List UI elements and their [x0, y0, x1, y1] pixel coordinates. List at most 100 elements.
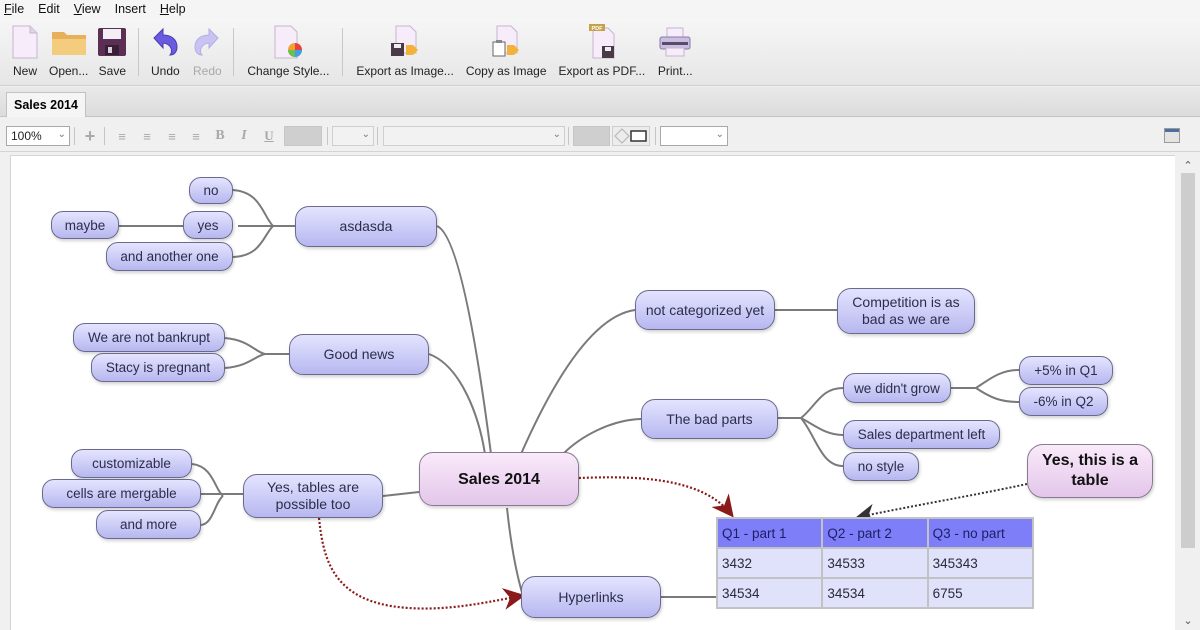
add-node-icon[interactable]: +: [82, 126, 98, 146]
save-button[interactable]: Save: [91, 18, 133, 84]
node-maybe[interactable]: maybe: [51, 211, 119, 239]
tab-sales-2014[interactable]: Sales 2014: [6, 92, 86, 117]
align-center-icon[interactable]: ≡: [139, 126, 155, 146]
undo-button[interactable]: Undo: [144, 18, 186, 84]
shape-diamond-rect-icon: [614, 128, 647, 144]
scroll-up-arrow-icon[interactable]: ⌃: [1178, 157, 1198, 173]
table-header-cell[interactable]: Q3 - no part: [926, 517, 1035, 549]
scrollbar-thumb[interactable]: [1181, 173, 1195, 548]
scroll-down-arrow-icon[interactable]: ⌄: [1178, 612, 1198, 628]
fill-color-swatch[interactable]: [573, 126, 610, 146]
node-customizable[interactable]: customizable: [71, 449, 192, 478]
underline-icon[interactable]: U: [261, 126, 277, 146]
node-asdasda[interactable]: asdasda: [295, 206, 437, 247]
menu-insert[interactable]: Insert: [115, 2, 146, 16]
link-goodnews-root: [428, 353, 486, 455]
new-button[interactable]: New: [4, 18, 46, 84]
table-row: 34534 34534 6755: [715, 577, 1035, 609]
node-root-sales-2014[interactable]: Sales 2014: [419, 452, 579, 506]
align-right-icon[interactable]: ≡: [164, 126, 180, 146]
table-cell[interactable]: 345343: [926, 547, 1035, 579]
menu-bar: File Edit View Insert Help: [0, 0, 1200, 18]
table-header-cell[interactable]: Q1 - part 1: [715, 517, 824, 549]
chevron-down-icon: ⌄: [361, 129, 370, 140]
node-not-bankrupt[interactable]: We are not bankrupt: [73, 323, 225, 352]
link-pregnant: [224, 353, 266, 369]
justify-icon[interactable]: ≡: [188, 126, 204, 146]
relation-note-table: [855, 483, 1028, 524]
node-good-news[interactable]: Good news: [289, 334, 429, 375]
link-didnt-grow: [800, 387, 844, 419]
text-color-swatch[interactable]: [284, 126, 322, 146]
node-mergable[interactable]: cells are mergable: [42, 479, 201, 508]
node-data-table[interactable]: Q1 - part 1 Q2 - part 2 Q3 - no part 343…: [715, 517, 1035, 609]
node-q1[interactable]: +5% in Q1: [1019, 356, 1113, 385]
redo-button[interactable]: Redo: [186, 18, 228, 84]
export-pdf-button[interactable]: PDF Export as PDF...: [553, 18, 652, 84]
vertical-scrollbar[interactable]: ⌃ ⌄: [1178, 155, 1198, 630]
format-separator: [327, 127, 328, 145]
node-bad-parts[interactable]: The bad parts: [641, 399, 778, 439]
undo-label: Undo: [151, 64, 180, 78]
node-tables[interactable]: Yes, tables are possible too: [243, 474, 383, 518]
export-pdf-label: Export as PDF...: [558, 64, 646, 78]
node-hyperlinks[interactable]: Hyperlinks: [521, 576, 661, 618]
node-table-note-label: Yes, this is a table: [1041, 452, 1139, 489]
node-sales-left[interactable]: Sales department left: [843, 420, 1000, 449]
menu-view-rest: iew: [81, 2, 101, 16]
table-cell[interactable]: 6755: [926, 577, 1035, 609]
node-shape-button[interactable]: [612, 126, 650, 146]
menu-file[interactable]: File: [4, 2, 24, 16]
menu-file-rest: ile: [11, 2, 25, 16]
style-palette-icon: [270, 24, 306, 60]
menu-view[interactable]: View: [74, 2, 101, 16]
save-label: Save: [98, 64, 127, 78]
link-bankrupt: [224, 337, 266, 355]
align-left-icon[interactable]: ≡: [114, 126, 130, 146]
open-label: Open...: [49, 64, 89, 78]
node-yes[interactable]: yes: [183, 211, 233, 239]
table-cell[interactable]: 3432: [715, 547, 824, 579]
mindmap-canvas[interactable]: no yes maybe and another one asdasda We …: [10, 155, 1175, 630]
panel-toggle-button[interactable]: [1164, 128, 1180, 143]
print-button[interactable]: Print...: [651, 18, 699, 84]
chevron-down-icon: ⌄: [552, 129, 561, 140]
document-tab-bar: Sales 2014: [0, 87, 1200, 117]
mindmap-app-window: File Edit View Insert Help New Open... S…: [0, 0, 1200, 630]
font-family-select[interactable]: ⌄: [383, 126, 565, 146]
node-no-style[interactable]: no style: [843, 452, 919, 481]
node-didnt-grow[interactable]: we didn't grow: [843, 373, 951, 403]
node-pregnant[interactable]: Stacy is pregnant: [91, 353, 225, 382]
table-header-cell[interactable]: Q2 - part 2: [821, 517, 929, 549]
node-not-categorized[interactable]: not categorized yet: [635, 290, 775, 330]
copy-image-button[interactable]: Copy as Image: [460, 18, 553, 84]
node-q2[interactable]: -6% in Q2: [1019, 387, 1108, 416]
export-image-label: Export as Image...: [356, 64, 454, 78]
change-style-button[interactable]: Change Style...: [239, 18, 337, 84]
link-another: [232, 225, 274, 258]
export-image-button[interactable]: Export as Image...: [348, 18, 459, 84]
floppy-disk-icon: [94, 24, 130, 60]
node-another[interactable]: and another one: [106, 242, 233, 271]
zoom-select[interactable]: 100% ⌄: [6, 126, 70, 146]
redo-label: Redo: [193, 64, 222, 78]
bold-icon[interactable]: B: [212, 126, 228, 146]
format-separator: [104, 127, 105, 145]
node-table-note[interactable]: Yes, this is a table: [1027, 444, 1153, 498]
node-and-more[interactable]: and more: [96, 510, 201, 539]
node-competition[interactable]: Competition is as bad as we are: [837, 288, 975, 334]
font-size-select[interactable]: ⌄: [332, 126, 374, 146]
print-label: Print...: [657, 64, 693, 78]
redo-arrow-icon: [189, 24, 225, 60]
menu-edit[interactable]: Edit: [38, 2, 60, 16]
menu-help-rest: elp: [168, 2, 186, 16]
table-cell[interactable]: 34534: [821, 577, 929, 609]
menu-help[interactable]: Help: [160, 2, 186, 16]
italic-icon[interactable]: I: [236, 126, 252, 146]
table-cell[interactable]: 34534: [715, 577, 824, 609]
link-no: [232, 189, 274, 227]
node-no[interactable]: no: [189, 177, 233, 204]
line-style-select[interactable]: ⌄: [660, 126, 728, 146]
open-button[interactable]: Open...: [46, 18, 91, 84]
table-cell[interactable]: 34533: [821, 547, 929, 579]
